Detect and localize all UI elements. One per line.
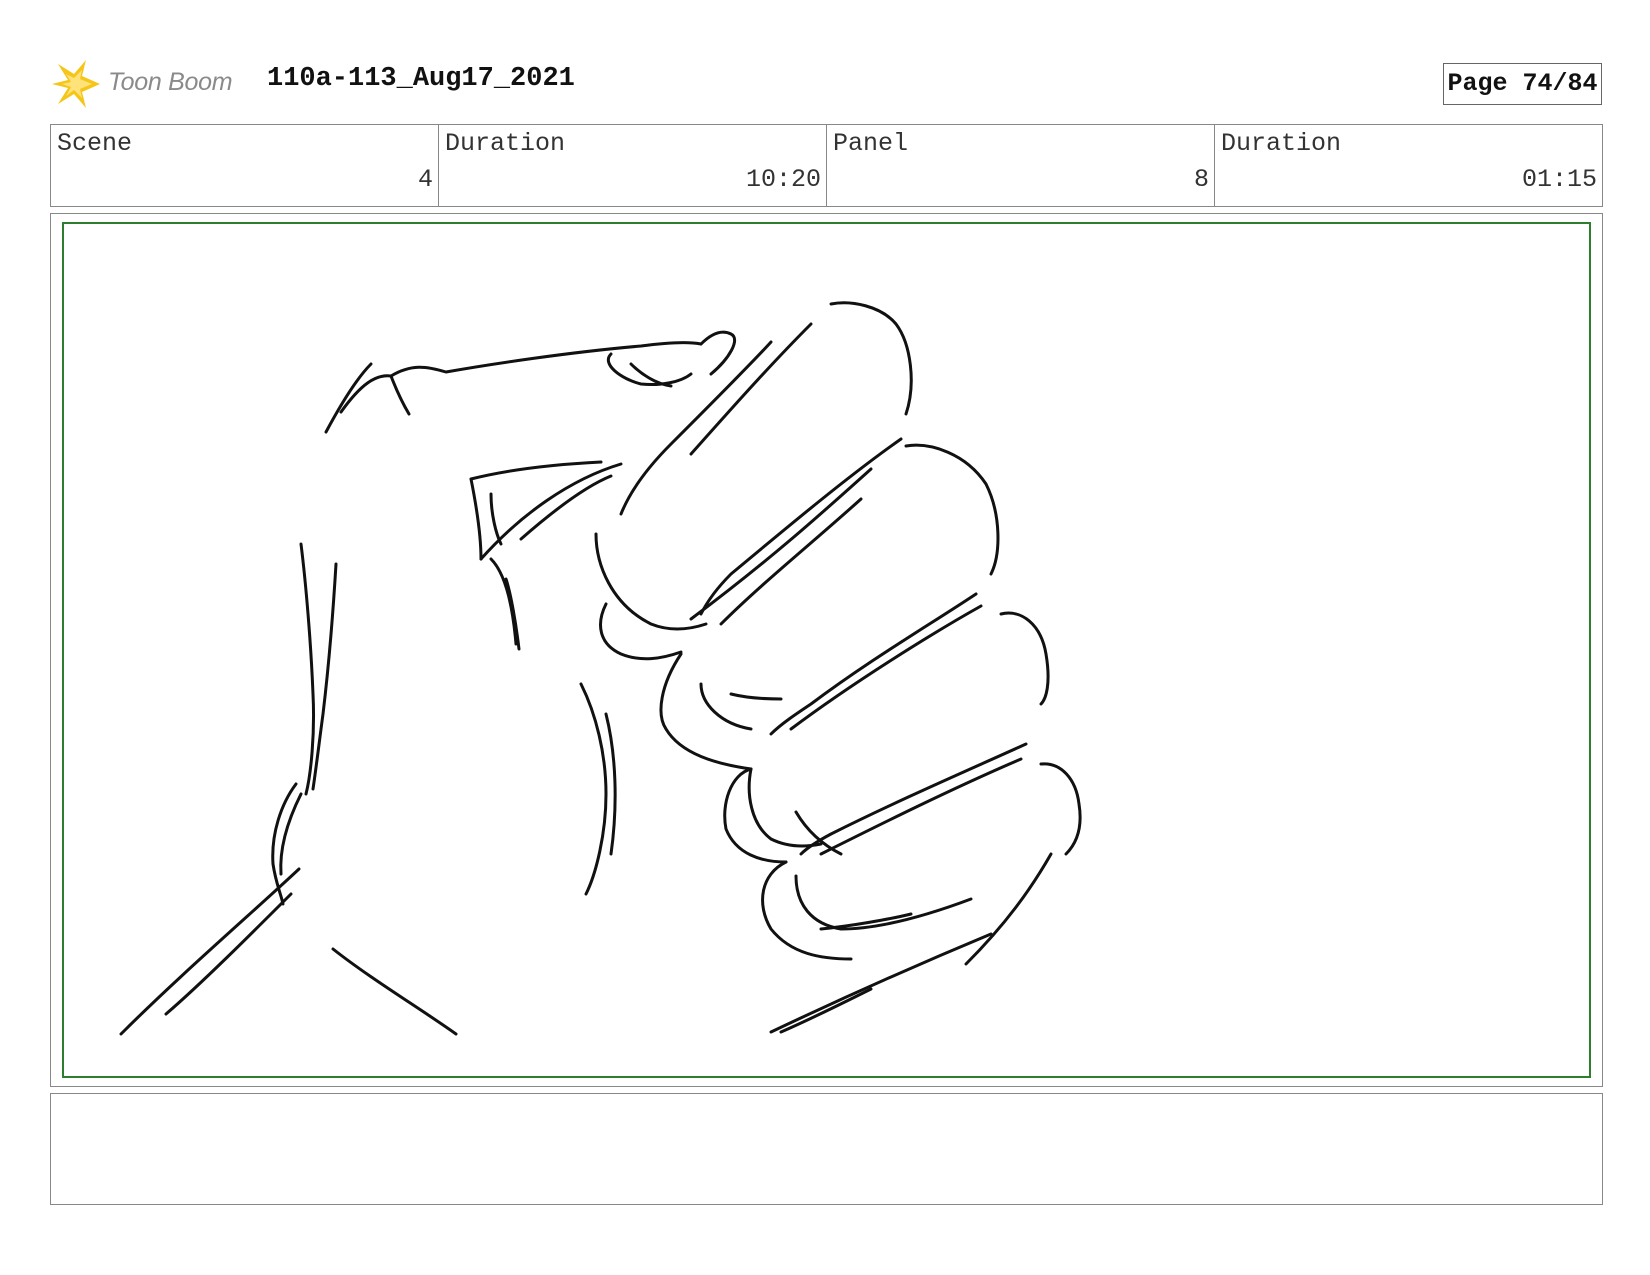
- scene-label: Scene: [57, 129, 133, 158]
- scene-duration-label: Duration: [445, 129, 566, 158]
- scene-cell: Scene 4: [51, 125, 439, 206]
- scene-value: 4: [417, 165, 433, 194]
- panel-notes-box: [50, 1093, 1603, 1205]
- brand-name: Toon Boom: [108, 68, 233, 96]
- page-indicator: Page 74/84: [1443, 63, 1602, 105]
- panel-duration-label: Duration: [1221, 129, 1342, 158]
- panel-duration-value: 01:15: [1521, 165, 1597, 194]
- panel-cell: Panel 8: [827, 125, 1215, 206]
- scene-duration-cell: Duration 10:20: [439, 125, 827, 206]
- document-title: 110a-113_Aug17_2021: [267, 64, 575, 94]
- panel-frame: [50, 213, 1603, 1087]
- panel-value: 8: [1193, 165, 1209, 194]
- panel-duration-cell: Duration 01:15: [1215, 125, 1602, 206]
- fist-sketch: [119, 301, 1082, 1036]
- panel-label: Panel: [833, 129, 909, 158]
- toon-boom-star-icon: [52, 60, 100, 108]
- toon-boom-logo: Toon Boom: [52, 56, 252, 112]
- scene-info-table: Scene 4 Duration 10:20 Panel 8 Duration …: [50, 124, 1603, 207]
- scene-duration-value: 10:20: [745, 165, 821, 194]
